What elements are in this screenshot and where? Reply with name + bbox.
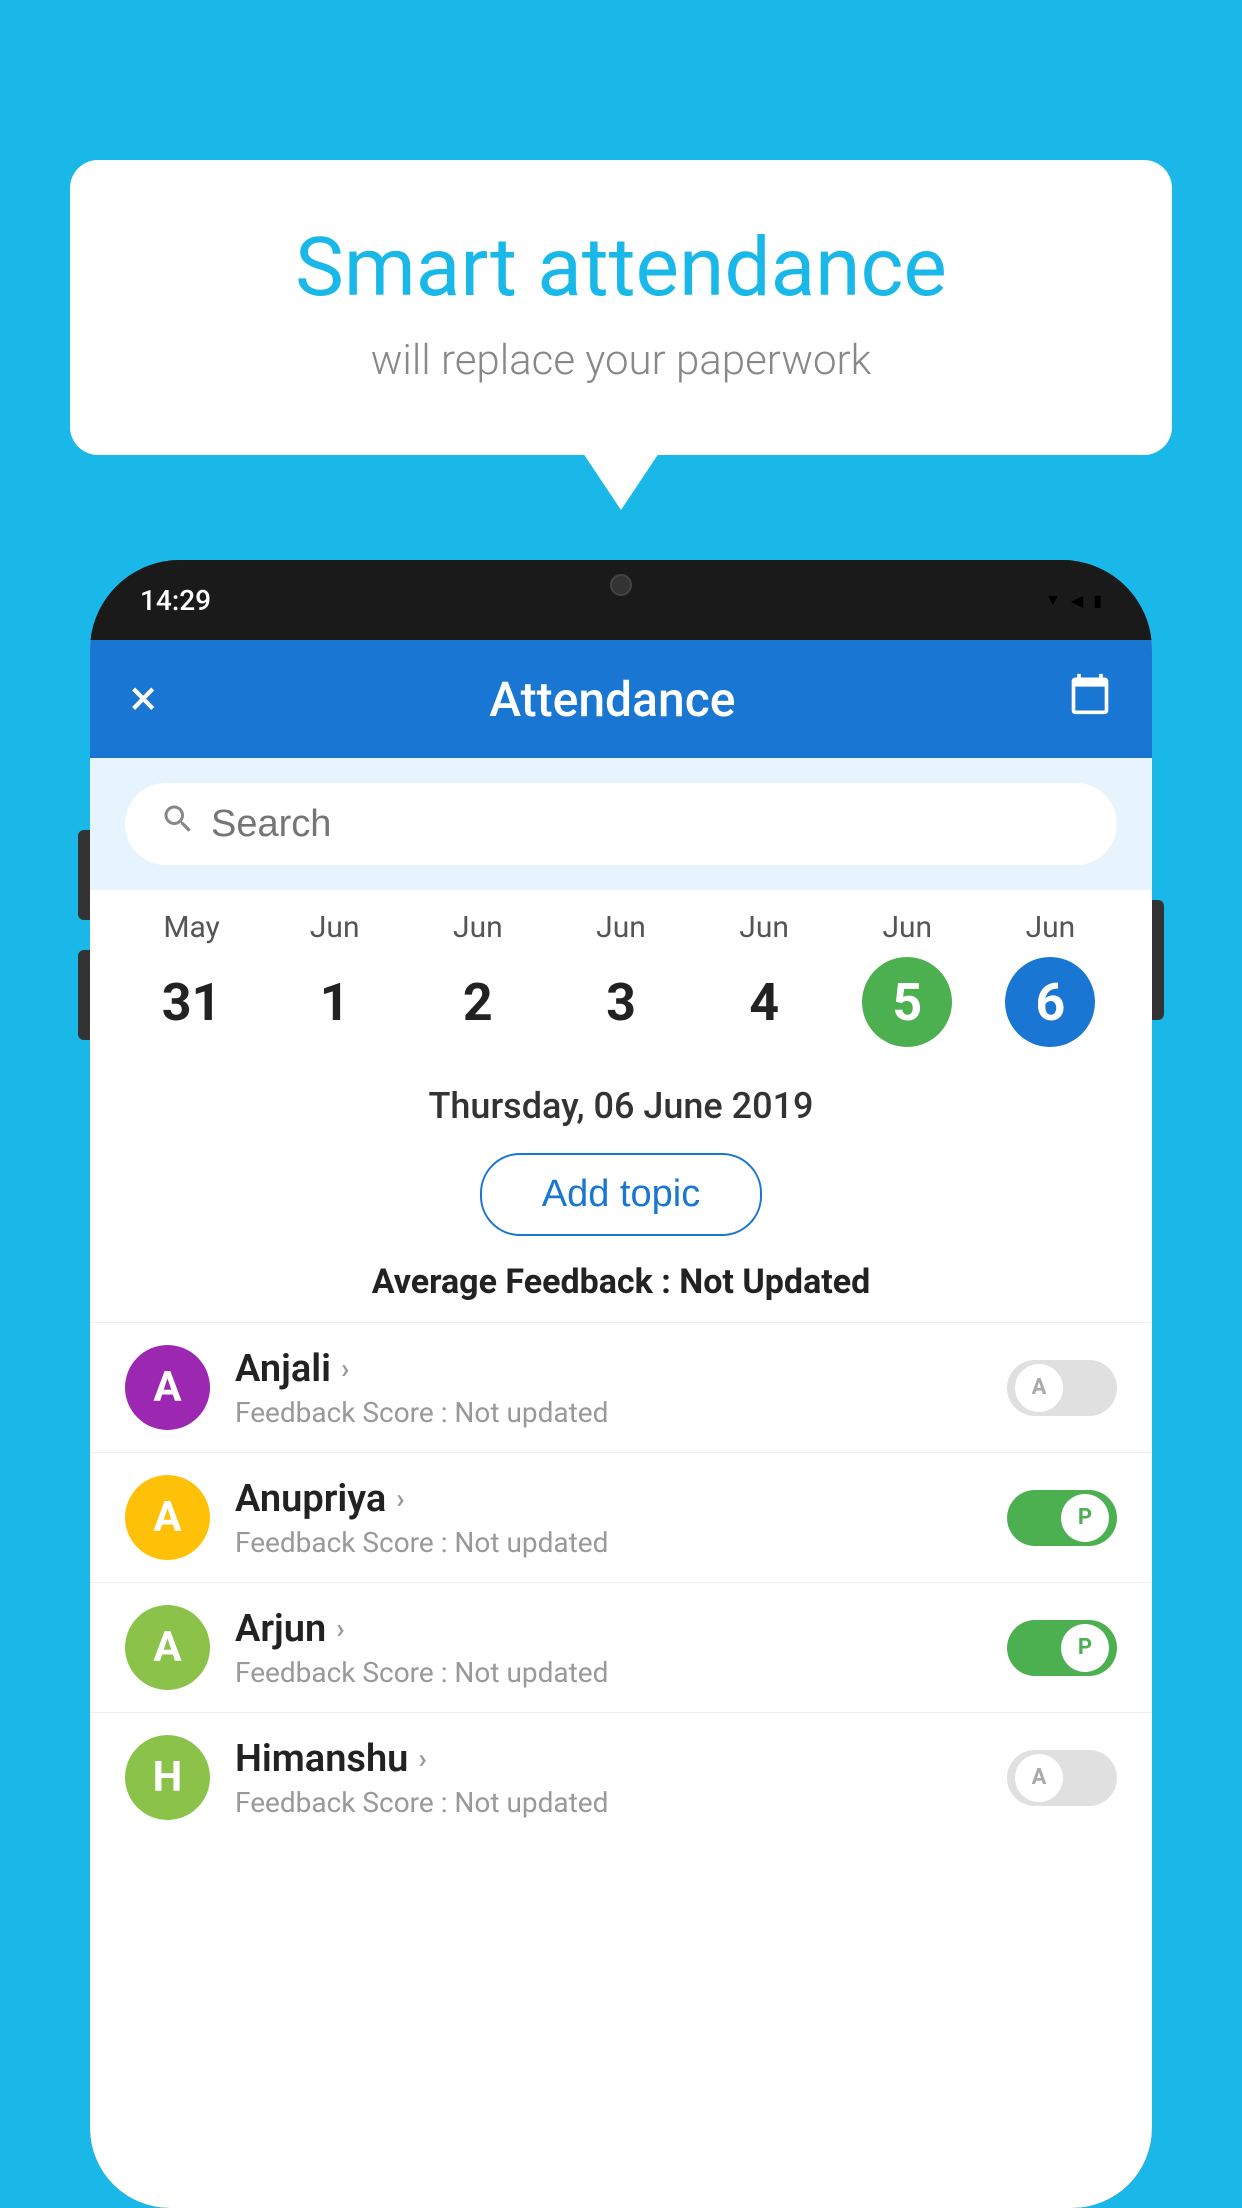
toggle-knob: A: [1015, 1754, 1063, 1802]
date-info: Thursday, 06 June 2019: [90, 1067, 1152, 1137]
feedback-score: Feedback Score : Not updated: [235, 1396, 982, 1429]
status-icons: ▼ ◀ ▮: [1045, 590, 1102, 610]
avg-feedback-value: Not Updated: [679, 1262, 870, 1302]
toggle-knob: P: [1061, 1624, 1109, 1672]
feedback-score: Feedback Score : Not updated: [235, 1656, 982, 1689]
attendance-toggle[interactable]: A: [1007, 1750, 1117, 1806]
toggle-wrap: A: [1007, 1360, 1117, 1416]
toggle-wrap: P: [1007, 1490, 1117, 1546]
student-name: Anjali ›: [235, 1347, 982, 1391]
status-bar: 14:29 ▼ ◀ ▮: [90, 560, 1152, 640]
cal-date-number: 2: [433, 957, 523, 1047]
battery-icon: ▮: [1093, 591, 1102, 610]
app-title: Attendance: [489, 671, 735, 728]
calendar-day[interactable]: May 31: [120, 910, 263, 1047]
search-input-wrap[interactable]: [125, 783, 1117, 865]
selected-date: Thursday, 06 June 2019: [428, 1085, 813, 1127]
toggle-knob: A: [1015, 1364, 1063, 1412]
cal-date-number: 5: [862, 957, 952, 1047]
cal-month-label: Jun: [882, 910, 932, 945]
chevron-right-icon: ›: [336, 1612, 344, 1645]
cal-month-label: Jun: [310, 910, 360, 945]
cal-date-number: 1: [290, 957, 380, 1047]
toggle-knob: P: [1061, 1494, 1109, 1542]
add-topic-button[interactable]: Add topic: [480, 1153, 762, 1236]
student-name: Arjun ›: [235, 1607, 982, 1651]
calendar-day[interactable]: Jun 4: [693, 910, 836, 1047]
calendar-strip: May 31 Jun 1 Jun 2 Jun 3 Jun 4 Jun 5 Jun 6: [90, 890, 1152, 1067]
speech-bubble: Smart attendance will replace your paper…: [70, 160, 1172, 455]
chevron-right-icon: ›: [396, 1482, 404, 1515]
chevron-right-icon: ›: [341, 1352, 349, 1385]
cal-month-label: Jun: [739, 910, 789, 945]
status-time: 14:29: [140, 584, 211, 617]
search-input[interactable]: [211, 803, 1082, 846]
student-item[interactable]: A Anjali › Feedback Score : Not updated A: [90, 1322, 1152, 1452]
chevron-right-icon: ›: [418, 1742, 426, 1775]
student-name: Anupriya ›: [235, 1477, 982, 1521]
student-info: Himanshu › Feedback Score : Not updated: [235, 1737, 982, 1819]
cal-date-number: 4: [719, 957, 809, 1047]
toggle-wrap: A: [1007, 1750, 1117, 1806]
attendance-toggle[interactable]: P: [1007, 1490, 1117, 1546]
feedback-score: Feedback Score : Not updated: [235, 1526, 982, 1559]
cal-date-number: 3: [576, 957, 666, 1047]
search-bar: [90, 758, 1152, 890]
student-list: AAnjali ›Feedback Score : Not updatedAAA…: [90, 1322, 1152, 2208]
power-button: [1152, 900, 1164, 1020]
attendance-toggle[interactable]: P: [1007, 1620, 1117, 1676]
camera: [610, 574, 632, 596]
student-info: Anupriya › Feedback Score : Not updated: [235, 1477, 982, 1559]
close-button[interactable]: ×: [130, 670, 157, 728]
calendar-day[interactable]: Jun 5: [836, 910, 979, 1047]
bubble-subtitle: will replace your paperwork: [140, 336, 1102, 385]
calendar-icon[interactable]: [1068, 672, 1112, 727]
calendar-day[interactable]: Jun 1: [263, 910, 406, 1047]
avg-feedback-label: Average Feedback :: [372, 1262, 671, 1302]
student-info: Anjali › Feedback Score : Not updated: [235, 1347, 982, 1429]
feedback-score: Feedback Score : Not updated: [235, 1786, 982, 1819]
wifi-icon: ▼: [1045, 590, 1061, 610]
cal-date-number: 6: [1005, 957, 1095, 1047]
cal-date-number: 31: [147, 957, 237, 1047]
calendar-day[interactable]: Jun 2: [406, 910, 549, 1047]
search-icon: [160, 801, 196, 847]
add-topic-wrap: Add topic: [90, 1137, 1152, 1252]
volume-down-button: [78, 950, 90, 1040]
avatar: A: [125, 1345, 210, 1430]
cal-month-label: Jun: [453, 910, 503, 945]
student-item[interactable]: A Arjun › Feedback Score : Not updated P: [90, 1582, 1152, 1712]
student-name: Himanshu ›: [235, 1737, 982, 1781]
phone-frame: 14:29 ▼ ◀ ▮ × Attendance: [90, 560, 1152, 2208]
cal-month-label: Jun: [1026, 910, 1076, 945]
signal-icon: ◀: [1071, 591, 1083, 610]
toggle-wrap: P: [1007, 1620, 1117, 1676]
calendar-day[interactable]: Jun 6: [979, 910, 1122, 1047]
student-item[interactable]: A Anupriya › Feedback Score : Not updated P: [90, 1452, 1152, 1582]
avatar: A: [125, 1475, 210, 1560]
avatar: A: [125, 1605, 210, 1690]
cal-month-label: May: [163, 910, 219, 945]
app-screen: × Attendance May31Jun1Jun2Jun3Jun4Jun5J: [90, 640, 1152, 2208]
attendance-toggle[interactable]: A: [1007, 1360, 1117, 1416]
app-header: × Attendance: [90, 640, 1152, 758]
cal-month-label: Jun: [596, 910, 646, 945]
volume-up-button: [78, 830, 90, 920]
student-item[interactable]: H Himanshu › Feedback Score : Not updated A: [90, 1712, 1152, 1842]
student-info: Arjun › Feedback Score : Not updated: [235, 1607, 982, 1689]
bubble-title: Smart attendance: [140, 220, 1102, 316]
avg-feedback: Average Feedback : Not Updated: [90, 1252, 1152, 1322]
phone-notch: [561, 560, 681, 610]
calendar-day[interactable]: Jun 3: [549, 910, 692, 1047]
avatar: H: [125, 1735, 210, 1820]
